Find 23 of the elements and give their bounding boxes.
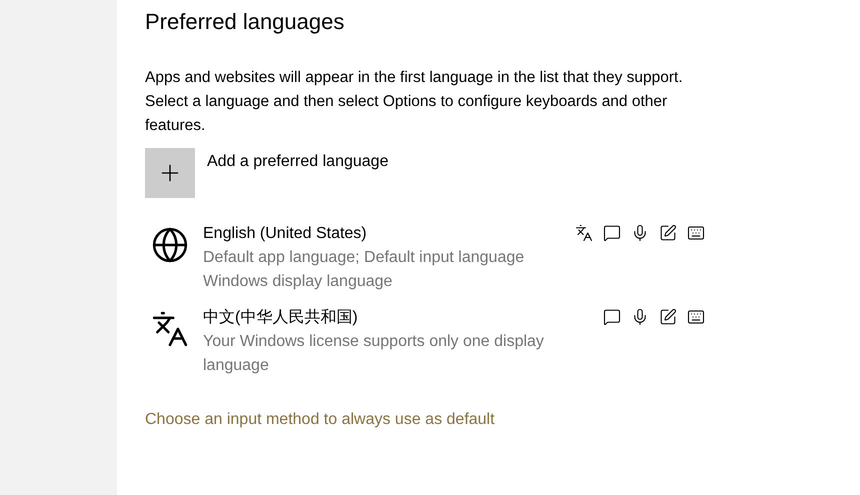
microphone-icon xyxy=(631,308,649,326)
section-title: Preferred languages xyxy=(145,8,346,36)
language-item[interactable]: English (United States) Default app language; Default input language Windows display language xyxy=(145,222,705,294)
pen-icon xyxy=(659,224,677,242)
language-icon xyxy=(151,310,189,348)
default-input-link[interactable]: Choose an input method to always use as default xyxy=(145,408,844,432)
language-item[interactable]: 中文(中华人民共和国) Your Windows license supports only one display language xyxy=(145,306,705,378)
add-button[interactable] xyxy=(145,148,195,198)
add-language-link[interactable]: Add a preferred language xyxy=(207,150,388,174)
language-detail: Windows display language xyxy=(203,272,394,292)
language-name: 中文(中华人民共和国) xyxy=(203,308,359,328)
keyboard-icon xyxy=(687,308,705,326)
pen-icon xyxy=(659,308,677,326)
keyboard-icon xyxy=(687,224,705,242)
language-detail: Your Windows license supports only one display language xyxy=(203,332,545,376)
language-name: English (United States) xyxy=(203,224,368,244)
language-detail: Default app language; Default input language xyxy=(203,248,526,268)
speech-bubble-icon xyxy=(603,224,621,242)
description: Apps and websites will appear in the first language in the list that they support. Select a language and then select Options to configure keyboards and other features. xyxy=(145,68,684,136)
microphone-icon xyxy=(631,224,649,242)
language-icon xyxy=(575,224,593,242)
globe-language-icon xyxy=(151,226,189,264)
speech-bubble-icon xyxy=(603,308,621,326)
